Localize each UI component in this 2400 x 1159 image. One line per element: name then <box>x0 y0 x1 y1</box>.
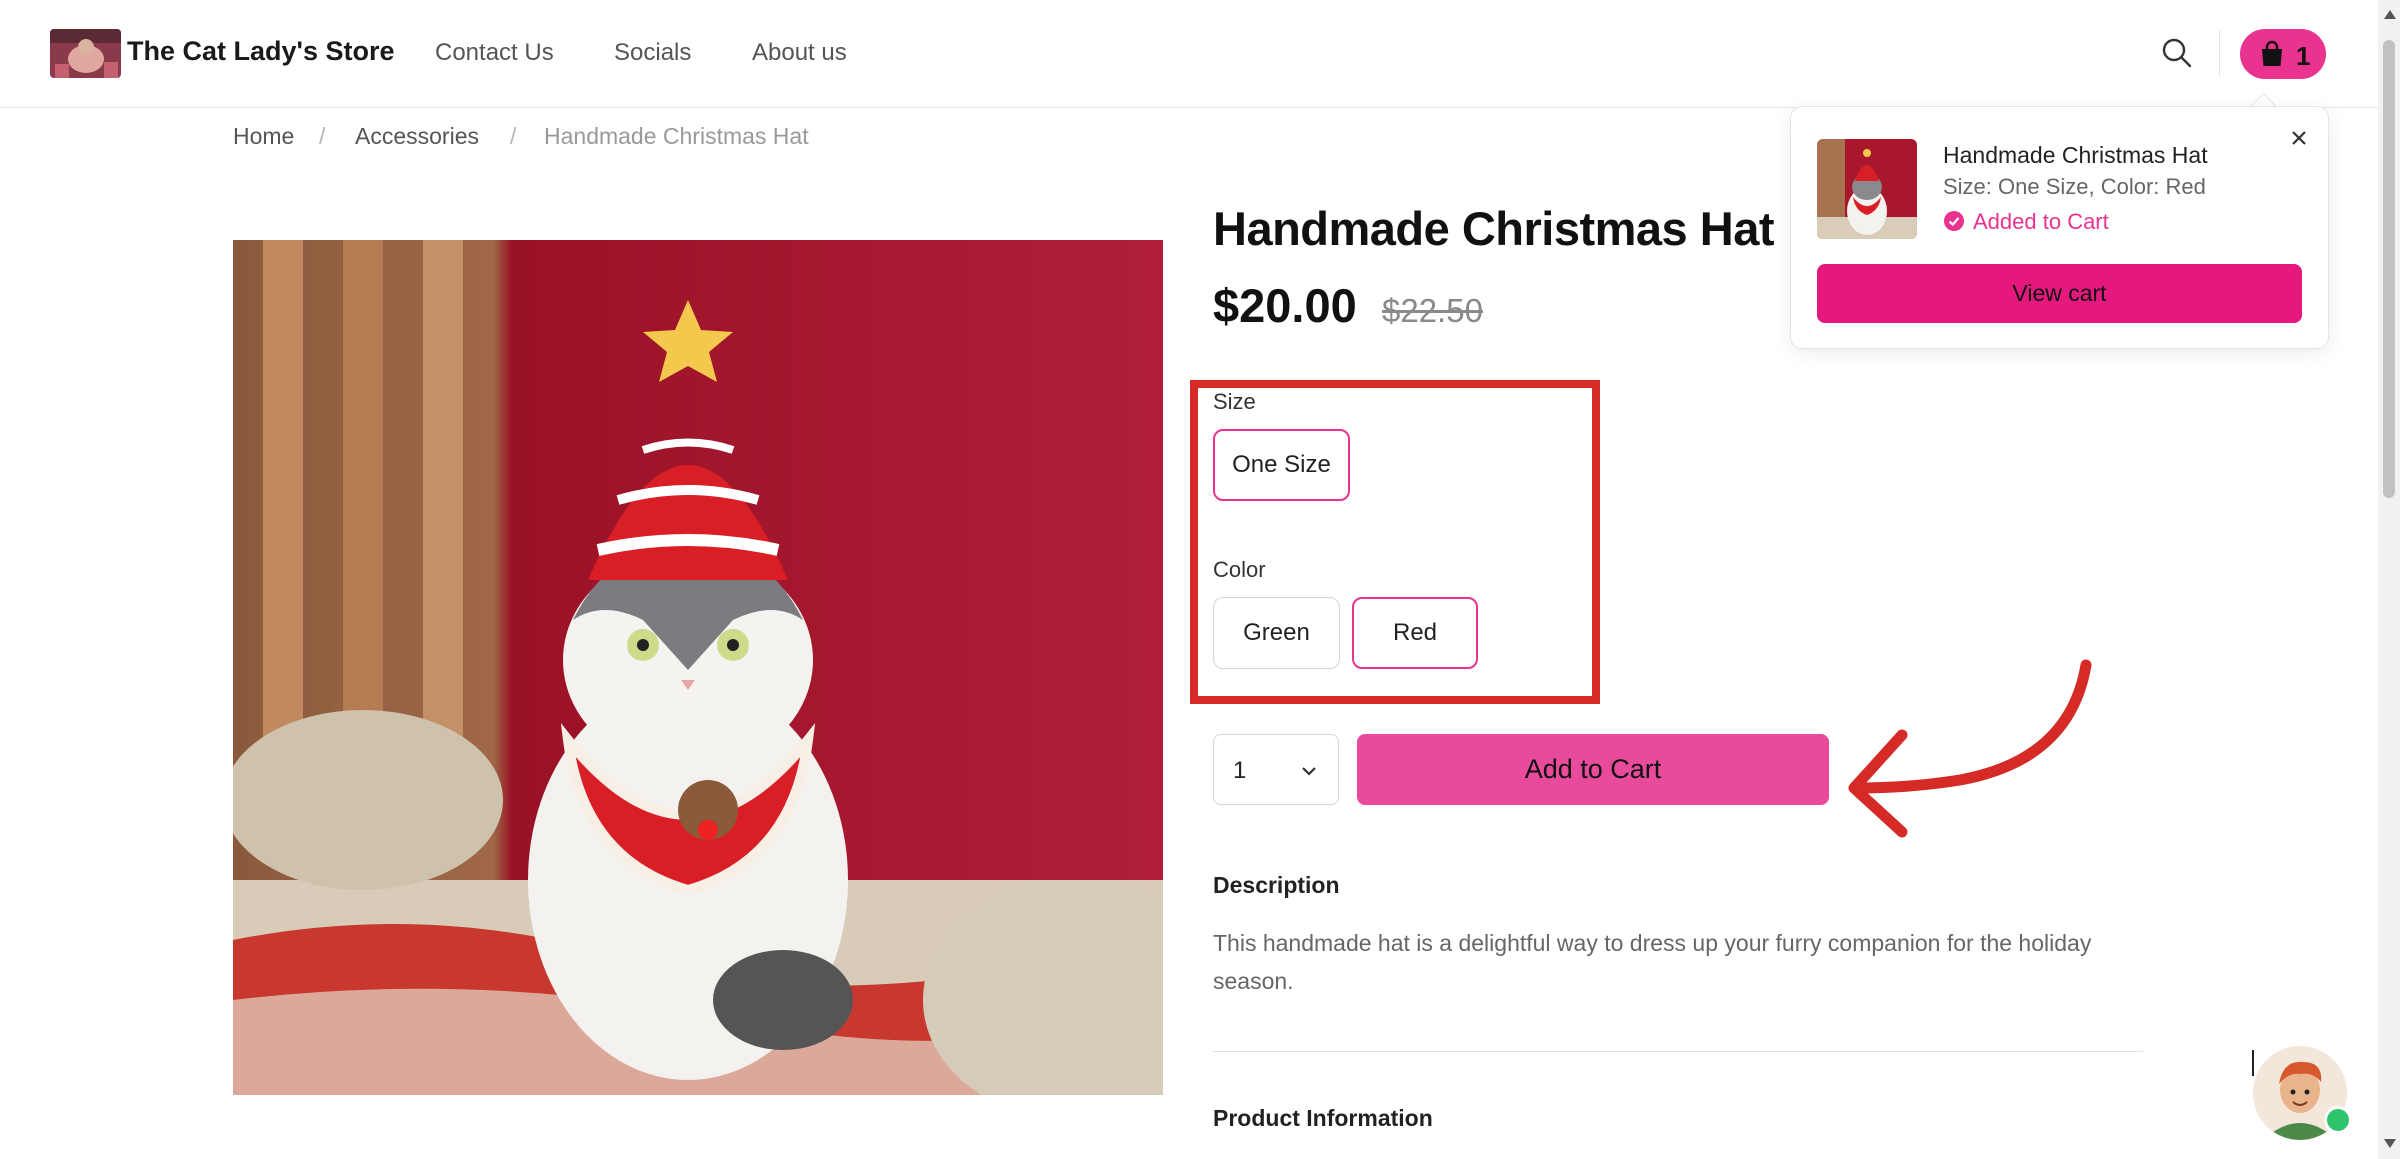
breadcrumb-separator: / <box>319 123 326 149</box>
quantity-select[interactable]: 1 <box>1213 734 1339 805</box>
online-status-dot <box>2324 1106 2352 1134</box>
scroll-down-arrow-icon[interactable] <box>2384 1139 2396 1148</box>
product-price: $20.00 <box>1213 279 1357 332</box>
store-logo[interactable] <box>50 29 121 78</box>
nav-contact-us[interactable]: Contact Us <box>435 39 554 67</box>
color-label: Color <box>1213 557 1266 582</box>
breadcrumb-separator: / <box>510 123 517 149</box>
popup-status-text: Added to Cart <box>1973 209 2109 234</box>
product-title: Handmade Christmas Hat <box>1213 202 1775 255</box>
product-image[interactable] <box>233 240 1163 1095</box>
text-cursor <box>2252 1050 2254 1076</box>
close-icon[interactable] <box>2287 126 2311 150</box>
color-option-green[interactable]: Green <box>1213 597 1340 669</box>
section-divider <box>1213 1051 2143 1052</box>
size-option-one-size[interactable]: One Size <box>1213 429 1350 501</box>
scrollbar-thumb[interactable] <box>2383 40 2395 498</box>
add-to-cart-button[interactable]: Add to Cart <box>1357 734 1829 805</box>
popup-product-thumbnail <box>1817 139 1917 239</box>
color-option-red[interactable]: Red <box>1352 597 1478 669</box>
popup-status: Added to Cart <box>1943 209 2109 235</box>
annotation-arrow <box>1848 659 2092 838</box>
popup-variant: Size: One Size, Color: Red <box>1943 174 2206 199</box>
store-name[interactable]: The Cat Lady's Store <box>127 36 394 67</box>
nav-socials[interactable]: Socials <box>614 39 691 67</box>
shopping-bag-icon <box>2262 40 2282 66</box>
breadcrumb-current: Handmade Christmas Hat <box>544 123 809 149</box>
popup-product-title: Handmade Christmas Hat <box>1943 142 2208 168</box>
cart-count-badge: 1 <box>2296 41 2311 71</box>
product-description: This handmade hat is a delightful way to… <box>1213 930 2092 994</box>
header-divider <box>2219 30 2220 76</box>
breadcrumb-home[interactable]: Home <box>233 123 294 150</box>
check-circle-icon <box>1944 211 1964 231</box>
page-scrollbar[interactable] <box>2378 0 2400 1159</box>
view-cart-button[interactable]: View cart <box>1817 264 2302 323</box>
quantity-value: 1 <box>1233 757 1247 784</box>
nav-about-us[interactable]: About us <box>752 39 847 67</box>
size-label: Size <box>1213 389 1256 414</box>
site-header: The Cat Lady's Store Contact Us Socials … <box>0 0 2378 108</box>
breadcrumb-accessories[interactable]: Accessories <box>355 123 479 150</box>
description-heading: Description <box>1213 872 1340 898</box>
scroll-up-arrow-icon[interactable] <box>2384 10 2396 19</box>
product-information-heading[interactable]: Product Information <box>1213 1105 1433 1132</box>
compare-at-price: $22.50 <box>1382 292 1483 329</box>
added-to-cart-popup: Handmade Christmas Hat Size: One Size, C… <box>1790 106 2329 349</box>
chevron-down-icon <box>1302 767 1316 776</box>
search-icon[interactable] <box>2160 36 2194 70</box>
cart-button[interactable]: 1 <box>2240 29 2326 79</box>
